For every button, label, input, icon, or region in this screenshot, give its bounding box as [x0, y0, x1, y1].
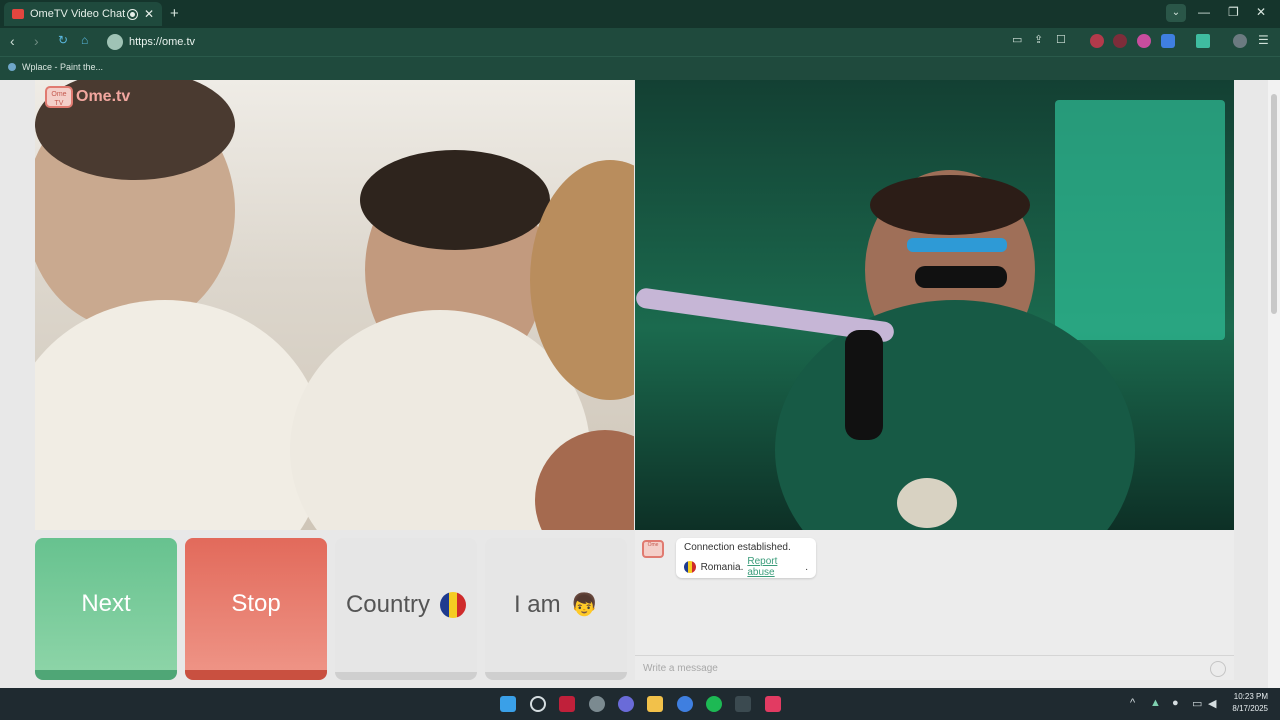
file-explorer-icon[interactable]	[647, 696, 663, 712]
menu-icon[interactable]: ☰	[1258, 33, 1269, 47]
globe-icon	[8, 63, 16, 71]
emoji-smile-icon[interactable]	[1210, 661, 1226, 677]
sunglasses-shape	[915, 266, 1007, 288]
volume-icon[interactable]: ◀	[1208, 697, 1216, 710]
pendant-shape	[897, 478, 957, 528]
browser-icon[interactable]	[677, 696, 693, 712]
address-bar[interactable]: https://ome.tv	[104, 31, 1004, 53]
reload-icon[interactable]: ↻	[58, 33, 68, 47]
cast-icon[interactable]: ▭	[1012, 33, 1022, 46]
app-icon[interactable]	[589, 696, 605, 712]
chat-panel: Ome Connection established. Romania. Rep…	[635, 530, 1234, 680]
tab-bar: OmeTV Video Chat — Ome ✕ + ⌄ — ❐ ✕	[0, 0, 1280, 28]
new-tab-button[interactable]: +	[170, 5, 179, 22]
remote-video	[635, 80, 1234, 530]
scrollbar-thumb[interactable]	[1271, 94, 1277, 314]
recording-icon	[126, 8, 138, 20]
connection-text: Connection established.	[684, 542, 791, 553]
stop-label: Stop	[231, 590, 281, 617]
ometv-logo: Ome TV Ome.tv	[45, 86, 130, 108]
minimize-button[interactable]: —	[1198, 5, 1210, 19]
extension-red-icon[interactable]	[1090, 34, 1104, 48]
next-label: Next	[81, 590, 131, 617]
extensions-puzzle-icon[interactable]	[1161, 34, 1175, 48]
report-abuse-link[interactable]: Report abuse	[747, 556, 805, 578]
tray-chevron-icon[interactable]: ^	[1130, 697, 1135, 709]
navigation-bar: ‹ › ↻ ⌂ https://ome.tv ▭ ⇪ ☐ ☰	[0, 28, 1280, 56]
local-video: Ome TV Ome.tv	[35, 80, 634, 530]
bookmarks-bar: Wplace - Paint the...	[0, 56, 1280, 81]
country-label: Country	[345, 591, 431, 618]
bandana-shape	[907, 238, 1007, 252]
extension-dark-icon[interactable]	[1113, 34, 1127, 48]
logo-text: Ome.tv	[76, 88, 131, 105]
report-suffix: .	[805, 561, 808, 573]
forward-icon[interactable]: ›	[34, 33, 39, 49]
bookmark-icon[interactable]: ☐	[1056, 33, 1066, 46]
url-text: https://ome.tv	[129, 36, 196, 48]
window-close-button[interactable]: ✕	[1256, 5, 1266, 19]
restore-button[interactable]: ❐	[1228, 5, 1239, 19]
drive-icon[interactable]: ▲	[1150, 697, 1161, 709]
system-message: Connection established. Romania. Report …	[676, 538, 816, 578]
shirt-left-shape	[35, 300, 325, 530]
hair-mid-shape	[360, 150, 550, 250]
tab-ometv[interactable]: OmeTV Video Chat — Ome ✕	[4, 2, 162, 26]
hair-shape	[870, 175, 1030, 235]
discord-icon[interactable]	[618, 696, 634, 712]
ometv-chat-logo-icon: Ome	[642, 540, 664, 558]
home-icon[interactable]: ⌂	[81, 33, 88, 47]
clock-date: 8/17/2025	[1232, 704, 1268, 713]
labs-flask-icon[interactable]	[1196, 34, 1210, 48]
boy-icon: 👦	[570, 592, 599, 617]
share-icon[interactable]: ⇪	[1034, 33, 1043, 46]
tiktok-icon[interactable]	[765, 696, 781, 712]
media-player-icon[interactable]	[559, 696, 575, 712]
i-am-label: I am	[513, 591, 561, 618]
ometv-page: Ome TV Ome.tv Next Stop Country I am 👦 O…	[0, 80, 1280, 688]
romania-flag-icon	[440, 592, 467, 618]
spotify-icon[interactable]	[706, 696, 722, 712]
taskbar: ^ ▲ ● ▭ ◀ 10:23 PM 8/17/2025	[0, 688, 1280, 720]
microphone-tray-icon[interactable]: ●	[1172, 697, 1179, 709]
clock-time: 10:23 PM	[1233, 692, 1268, 701]
logo-tv-icon: Ome TV	[45, 86, 73, 108]
back-icon[interactable]: ‹	[10, 33, 15, 49]
window-shape	[1055, 100, 1225, 340]
tab-title: OmeTV Video Chat — Ome	[30, 8, 127, 20]
tab-close-button[interactable]: ✕	[144, 7, 154, 21]
site-info-icon[interactable]	[107, 34, 123, 50]
tab-search-button[interactable]: ⌄	[1166, 4, 1186, 22]
country-button[interactable]: Country	[335, 538, 477, 680]
extension-pink-icon[interactable]	[1137, 34, 1151, 48]
start-windows-icon[interactable]	[500, 696, 516, 712]
network-icon[interactable]: ▭	[1192, 697, 1202, 710]
next-button[interactable]: Next	[35, 538, 177, 680]
bookmark-wplace[interactable]: Wplace - Paint the...	[8, 62, 103, 72]
bookmark-label: Wplace - Paint the...	[22, 62, 104, 72]
i-am-button[interactable]: I am 👦	[485, 538, 627, 680]
ometv-favicon-icon	[12, 9, 24, 19]
stop-button[interactable]: Stop	[185, 538, 327, 680]
message-placeholder: Write a message	[643, 663, 718, 674]
message-input[interactable]: Write a message	[635, 655, 1234, 680]
romania-mini-flag-icon	[684, 561, 696, 573]
xbox-icon[interactable]	[735, 696, 751, 712]
clock[interactable]: 10:23 PM 8/17/2025	[1220, 691, 1268, 715]
profile-avatar[interactable]	[1233, 34, 1247, 48]
microphone-shape	[845, 330, 883, 440]
page-scrollbar[interactable]	[1268, 80, 1280, 688]
search-icon[interactable]	[530, 696, 546, 712]
country-text: Romania.	[700, 561, 744, 573]
